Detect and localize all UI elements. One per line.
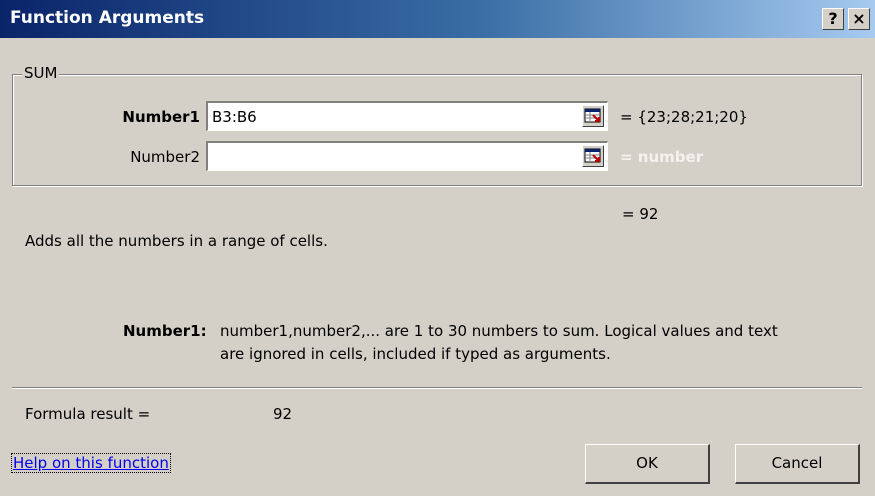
function-arguments-dialog: Function Arguments ? × SUM Number1 B3:B6… <box>0 0 875 496</box>
ok-button[interactable]: OK <box>585 444 710 484</box>
argument-help-line1: number1,number2,... are 1 to 30 numbers … <box>220 322 778 340</box>
argument-help-line2: are ignored in cells, included if typed … <box>220 345 611 363</box>
number2-result: = number <box>620 148 704 166</box>
title-bar: Function Arguments ? × <box>0 0 875 38</box>
function-name-label: SUM <box>22 64 60 82</box>
cancel-button[interactable]: Cancel <box>735 444 860 484</box>
close-icon[interactable]: × <box>848 8 870 30</box>
number1-input[interactable]: B3:B6 <box>206 101 608 131</box>
collapse-dialog-icon[interactable] <box>582 105 604 127</box>
window-title: Function Arguments <box>10 8 205 28</box>
help-icon[interactable]: ? <box>822 8 844 30</box>
help-link[interactable]: Help on this function <box>11 453 171 473</box>
formula-result-label: Formula result = <box>25 405 151 423</box>
number2-input[interactable] <box>206 141 608 171</box>
function-result: = 92 <box>622 205 659 223</box>
number1-result: = {23;28;21;20} <box>620 108 748 126</box>
function-description: Adds all the numbers in a range of cells… <box>25 232 328 250</box>
collapse-dialog-icon[interactable] <box>582 145 604 167</box>
number2-label: Number2 <box>130 148 200 166</box>
argument-help-label: Number1: <box>123 322 207 340</box>
number1-label: Number1 <box>122 108 200 126</box>
formula-result-value: 92 <box>273 405 293 423</box>
separator <box>12 387 862 389</box>
